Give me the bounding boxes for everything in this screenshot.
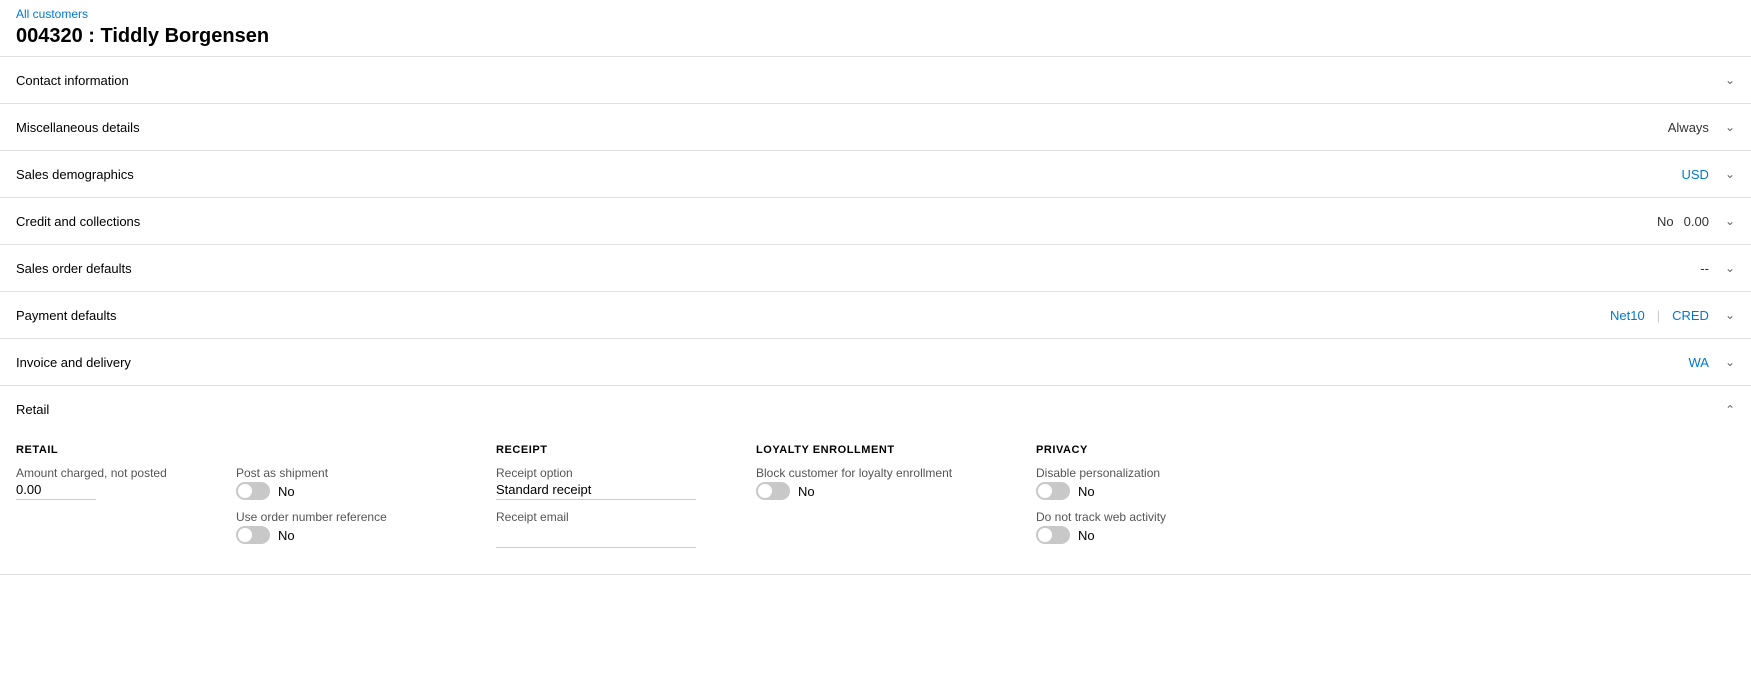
retail-col-receipt: RECEIPT Receipt option Receipt email bbox=[496, 444, 756, 554]
divider-payment: | bbox=[1657, 308, 1660, 323]
section-header-misc[interactable]: Miscellaneous details Always ⌄ bbox=[0, 104, 1751, 150]
section-title-invoice: Invoice and delivery bbox=[16, 355, 131, 370]
use-order-number-value: No bbox=[278, 528, 295, 543]
section-sales-demographics: Sales demographics USD ⌄ bbox=[0, 151, 1751, 198]
chevron-down-icon-sales-order: ⌄ bbox=[1725, 261, 1735, 275]
receipt-option-input[interactable] bbox=[496, 482, 696, 500]
block-customer-value: No bbox=[798, 484, 815, 499]
section-meta-invoice: WA ⌄ bbox=[1688, 355, 1735, 370]
disable-personalization-label: Disable personalization bbox=[1036, 466, 1296, 480]
section-header-sales-order[interactable]: Sales order defaults -- ⌄ bbox=[0, 245, 1751, 291]
breadcrumb-bar: All customers bbox=[0, 0, 1751, 23]
section-value-payment-net10: Net10 bbox=[1610, 308, 1645, 323]
chevron-down-icon-sales-demo: ⌄ bbox=[1725, 167, 1735, 181]
receipt-option-label: Receipt option bbox=[496, 466, 736, 480]
section-value-misc: Always bbox=[1668, 120, 1709, 135]
receipt-email-label: Receipt email bbox=[496, 510, 736, 524]
section-title-credit: Credit and collections bbox=[16, 214, 140, 229]
chevron-down-icon-payment: ⌄ bbox=[1725, 308, 1735, 322]
section-meta-credit: No 0.00 ⌄ bbox=[1657, 214, 1735, 229]
section-credit-collections: Credit and collections No 0.00 ⌄ bbox=[0, 198, 1751, 245]
retail-col-loyalty: LOYALTY ENROLLMENT Block customer for lo… bbox=[756, 444, 1036, 554]
do-not-track-toggle-row: No bbox=[1036, 526, 1296, 544]
section-meta-sales-demo: USD ⌄ bbox=[1681, 167, 1735, 182]
section-header-sales-demo[interactable]: Sales demographics USD ⌄ bbox=[0, 151, 1751, 197]
do-not-track-toggle[interactable] bbox=[1036, 526, 1070, 544]
content-area: Contact information ⌄ Miscellaneous deta… bbox=[0, 56, 1751, 691]
do-not-track-value: No bbox=[1078, 528, 1095, 543]
page-title: 004320 : Tiddly Borgensen bbox=[0, 23, 1751, 56]
section-header-invoice[interactable]: Invoice and delivery WA ⌄ bbox=[0, 339, 1751, 385]
section-value-invoice-wa: WA bbox=[1688, 355, 1708, 370]
section-title-sales-demo: Sales demographics bbox=[16, 167, 134, 182]
section-contact-information: Contact information ⌄ bbox=[0, 57, 1751, 104]
disable-personalization-value: No bbox=[1078, 484, 1095, 499]
block-customer-toggle[interactable] bbox=[756, 482, 790, 500]
chevron-down-icon-invoice: ⌄ bbox=[1725, 355, 1735, 369]
retail-col-header: RETAIL bbox=[16, 444, 216, 456]
section-title-contact: Contact information bbox=[16, 73, 129, 88]
retail-col-shipment: Post as shipment No Use order number ref… bbox=[236, 444, 496, 554]
section-value-credit-no: No bbox=[1657, 214, 1674, 229]
section-header-credit[interactable]: Credit and collections No 0.00 ⌄ bbox=[0, 198, 1751, 244]
loyalty-col-header: LOYALTY ENROLLMENT bbox=[756, 444, 1016, 456]
page-wrapper: All customers 004320 : Tiddly Borgensen … bbox=[0, 0, 1751, 691]
section-value-payment-cred: CRED bbox=[1672, 308, 1709, 323]
section-value-sales-demo: USD bbox=[1681, 167, 1708, 182]
use-order-number-label: Use order number reference bbox=[236, 510, 476, 524]
amount-value: 0.00 bbox=[16, 482, 96, 500]
section-invoice-delivery: Invoice and delivery WA ⌄ bbox=[0, 339, 1751, 386]
section-meta-retail: ⌄ bbox=[1719, 402, 1735, 416]
chevron-down-icon-misc: ⌄ bbox=[1725, 120, 1735, 134]
section-meta-sales-order: -- ⌄ bbox=[1700, 261, 1735, 276]
block-customer-toggle-row: No bbox=[756, 482, 1016, 500]
section-payment-defaults: Payment defaults Net10 | CRED ⌄ bbox=[0, 292, 1751, 339]
breadcrumb-link[interactable]: All customers bbox=[16, 7, 88, 21]
section-sales-order-defaults: Sales order defaults -- ⌄ bbox=[0, 245, 1751, 292]
section-header-contact[interactable]: Contact information ⌄ bbox=[0, 57, 1751, 103]
post-as-shipment-toggle-row: No bbox=[236, 482, 476, 500]
shipment-col-header bbox=[236, 444, 476, 456]
chevron-down-icon-credit: ⌄ bbox=[1725, 214, 1735, 228]
disable-personalization-toggle-row: No bbox=[1036, 482, 1296, 500]
post-as-shipment-label: Post as shipment bbox=[236, 466, 476, 480]
post-as-shipment-value: No bbox=[278, 484, 295, 499]
retail-col-privacy: PRIVACY Disable personalization No Do no… bbox=[1036, 444, 1316, 554]
section-retail: Retail ⌄ RETAIL Amount charged, not post… bbox=[0, 386, 1751, 575]
receipt-email-section: Receipt email bbox=[496, 510, 736, 548]
receipt-col-header: RECEIPT bbox=[496, 444, 736, 456]
retail-col-retail: RETAIL Amount charged, not posted 0.00 bbox=[16, 444, 236, 554]
amount-label: Amount charged, not posted bbox=[16, 466, 216, 480]
post-as-shipment-toggle[interactable] bbox=[236, 482, 270, 500]
section-title-payment: Payment defaults bbox=[16, 308, 116, 323]
privacy-col-header: PRIVACY bbox=[1036, 444, 1296, 456]
section-title-retail: Retail bbox=[16, 402, 49, 417]
section-header-payment[interactable]: Payment defaults Net10 | CRED ⌄ bbox=[0, 292, 1751, 338]
section-value-credit-amount: 0.00 bbox=[1684, 214, 1709, 229]
section-title-misc: Miscellaneous details bbox=[16, 120, 140, 135]
disable-personalization-toggle[interactable] bbox=[1036, 482, 1070, 500]
section-meta-contact: ⌄ bbox=[1719, 73, 1735, 87]
retail-grid: RETAIL Amount charged, not posted 0.00 P… bbox=[16, 444, 1735, 554]
chevron-down-icon-contact: ⌄ bbox=[1725, 73, 1735, 87]
section-meta-misc: Always ⌄ bbox=[1668, 120, 1735, 135]
section-meta-payment: Net10 | CRED ⌄ bbox=[1610, 308, 1735, 323]
retail-body: RETAIL Amount charged, not posted 0.00 P… bbox=[0, 432, 1751, 574]
use-order-number-toggle-row: No bbox=[236, 526, 476, 544]
block-customer-label: Block customer for loyalty enrollment bbox=[756, 466, 1016, 480]
section-title-sales-order: Sales order defaults bbox=[16, 261, 132, 276]
receipt-email-input[interactable] bbox=[496, 530, 696, 548]
section-value-sales-order: -- bbox=[1700, 261, 1709, 276]
use-order-number-toggle[interactable] bbox=[236, 526, 270, 544]
section-header-retail[interactable]: Retail ⌄ bbox=[0, 386, 1751, 432]
section-miscellaneous-details: Miscellaneous details Always ⌄ bbox=[0, 104, 1751, 151]
chevron-up-icon-retail: ⌄ bbox=[1725, 402, 1735, 416]
do-not-track-label: Do not track web activity bbox=[1036, 510, 1296, 524]
